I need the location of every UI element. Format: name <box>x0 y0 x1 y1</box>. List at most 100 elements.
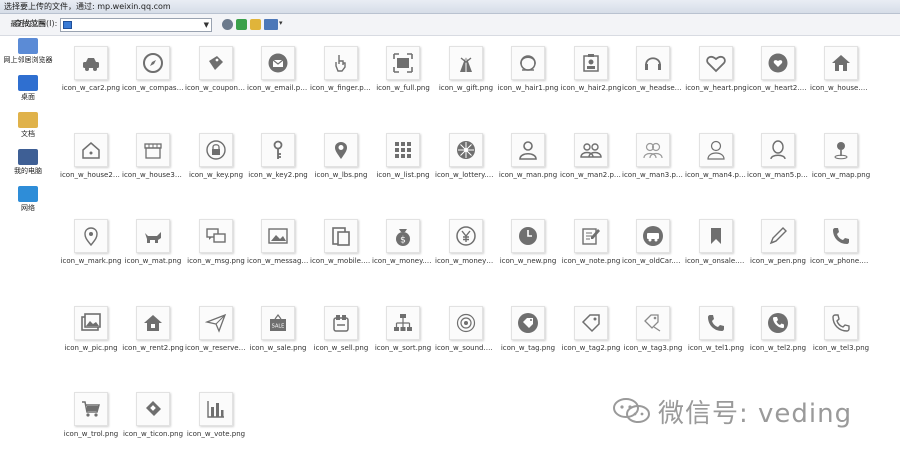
file-item[interactable]: icon_w_message.png <box>247 209 309 269</box>
file-item[interactable]: icon_w_man4.png <box>685 123 747 183</box>
file-thumbnail[interactable] <box>761 133 795 167</box>
file-thumbnail[interactable] <box>449 219 483 253</box>
file-item[interactable]: icon_w_ticon.png <box>122 382 184 442</box>
file-item[interactable]: icon_w_man.png <box>497 123 559 183</box>
file-item[interactable]: icon_w_house2.png <box>60 123 122 183</box>
file-thumbnail[interactable] <box>636 306 670 340</box>
file-item[interactable]: icon_w_key.png <box>185 123 247 183</box>
file-item[interactable]: icon_w_man2.png <box>560 123 622 183</box>
file-thumbnail[interactable] <box>699 133 733 167</box>
file-item[interactable]: icon_w_house.png <box>810 36 872 96</box>
file-item[interactable]: icon_w_tel2.png <box>747 296 809 356</box>
file-item[interactable]: icon_w_msg.png <box>185 209 247 269</box>
file-thumbnail[interactable] <box>449 306 483 340</box>
file-thumbnail[interactable] <box>199 133 233 167</box>
file-thumbnail[interactable] <box>74 133 108 167</box>
file-item[interactable]: icon_w_note.png <box>560 209 622 269</box>
file-thumbnail[interactable] <box>824 219 858 253</box>
file-thumbnail[interactable] <box>74 392 108 426</box>
file-thumbnail[interactable] <box>136 133 170 167</box>
file-thumbnail[interactable] <box>324 133 358 167</box>
file-item[interactable]: icon_w_sound.png <box>435 296 497 356</box>
places-item[interactable]: 文档 <box>0 112 56 139</box>
file-thumbnail[interactable] <box>74 219 108 253</box>
up-folder-button[interactable] <box>236 19 247 30</box>
file-item[interactable]: icon_w_vote.png <box>185 382 247 442</box>
file-thumbnail[interactable] <box>74 46 108 80</box>
file-thumbnail[interactable] <box>636 46 670 80</box>
file-item[interactable]: icon_w_full.png <box>372 36 434 96</box>
file-thumbnail[interactable] <box>511 219 545 253</box>
file-item[interactable]: icon_w_man5.png <box>747 123 809 183</box>
places-item[interactable]: 网上邻居浏览器 <box>0 38 56 65</box>
file-item[interactable]: icon_w_headset.png <box>622 36 684 96</box>
file-item[interactable]: icon_w_house3.png <box>122 123 184 183</box>
file-item[interactable]: icon_w_oldCar.png <box>622 209 684 269</box>
look-in-dropdown[interactable]: ▼ <box>60 18 212 32</box>
file-item[interactable]: icon_w_onsale.png <box>685 209 747 269</box>
file-item[interactable]: icon_w_reserve.png <box>185 296 247 356</box>
places-item[interactable]: 我的电脑 <box>0 149 56 176</box>
file-item[interactable]: icon_w_hair1.png <box>497 36 559 96</box>
file-item[interactable]: icon_w_tag2.png <box>560 296 622 356</box>
view-menu-chevron-icon[interactable]: ▾ <box>279 19 283 27</box>
file-item[interactable]: icon_w_trol.png <box>60 382 122 442</box>
file-item[interactable]: icon_w_compass.png <box>122 36 184 96</box>
file-item[interactable]: icon_w_hair2.png <box>560 36 622 96</box>
file-thumbnail[interactable] <box>74 306 108 340</box>
file-thumbnail[interactable] <box>386 306 420 340</box>
file-thumbnail[interactable] <box>824 133 858 167</box>
file-thumbnail[interactable] <box>261 133 295 167</box>
file-thumbnail[interactable] <box>574 219 608 253</box>
file-thumbnail[interactable] <box>636 219 670 253</box>
file-thumbnail[interactable] <box>574 46 608 80</box>
file-thumbnail[interactable] <box>574 306 608 340</box>
file-thumbnail[interactable] <box>136 219 170 253</box>
file-item[interactable]: icon_w_heart.png <box>685 36 747 96</box>
file-item[interactable]: icon_w_email.png <box>247 36 309 96</box>
file-item[interactable]: icon_w_list.png <box>372 123 434 183</box>
file-item[interactable]: icon_w_map.png <box>810 123 872 183</box>
file-item[interactable]: icon_w_gift.png <box>435 36 497 96</box>
file-thumbnail[interactable] <box>761 46 795 80</box>
file-thumbnail[interactable] <box>761 306 795 340</box>
file-item[interactable]: icon_w_key2.png <box>247 123 309 183</box>
file-thumbnail[interactable] <box>386 133 420 167</box>
file-item[interactable]: icon_w_pic.png <box>60 296 122 356</box>
file-item[interactable]: icon_w_pen.png <box>747 209 809 269</box>
new-folder-button[interactable] <box>250 19 261 30</box>
file-item[interactable]: icon_w_mat.png <box>122 209 184 269</box>
file-thumbnail[interactable] <box>699 306 733 340</box>
file-thumbnail[interactable] <box>199 219 233 253</box>
file-thumbnail[interactable] <box>636 133 670 167</box>
file-thumbnail[interactable] <box>199 46 233 80</box>
file-item[interactable]: icon_w_mark.png <box>60 209 122 269</box>
file-thumbnail[interactable] <box>261 46 295 80</box>
file-thumbnail[interactable] <box>136 392 170 426</box>
file-thumbnail[interactable]: SALE <box>261 306 295 340</box>
file-item[interactable]: SALE icon_w_sale.png <box>247 296 309 356</box>
file-item[interactable]: icon_w_tag3.png <box>622 296 684 356</box>
file-thumbnail[interactable] <box>699 46 733 80</box>
chevron-down-icon[interactable]: ▼ <box>204 19 209 31</box>
file-thumbnail[interactable] <box>199 392 233 426</box>
file-item[interactable]: icon_w_sort.png <box>372 296 434 356</box>
file-thumbnail[interactable] <box>511 133 545 167</box>
file-item[interactable]: icon_w_man3.png <box>622 123 684 183</box>
file-thumbnail[interactable] <box>199 306 233 340</box>
file-item[interactable]: icon_w_tag.png <box>497 296 559 356</box>
file-thumbnail[interactable] <box>824 306 858 340</box>
file-thumbnail[interactable] <box>761 219 795 253</box>
file-item[interactable]: icon_w_tel1.png <box>685 296 747 356</box>
file-thumbnail[interactable] <box>824 46 858 80</box>
file-item[interactable]: icon_w_new.png <box>497 209 559 269</box>
file-thumbnail[interactable] <box>324 306 358 340</box>
file-item[interactable]: icon_w_car2.png <box>60 36 122 96</box>
places-item[interactable]: 网络 <box>0 186 56 213</box>
file-thumbnail[interactable] <box>511 306 545 340</box>
file-item[interactable]: icon_w_coupon.png <box>185 36 247 96</box>
file-item[interactable]: icon_w_lottery.png <box>435 123 497 183</box>
file-thumbnail[interactable] <box>511 46 545 80</box>
file-thumbnail[interactable] <box>136 306 170 340</box>
file-item[interactable]: icon_w_heart2.png <box>747 36 809 96</box>
